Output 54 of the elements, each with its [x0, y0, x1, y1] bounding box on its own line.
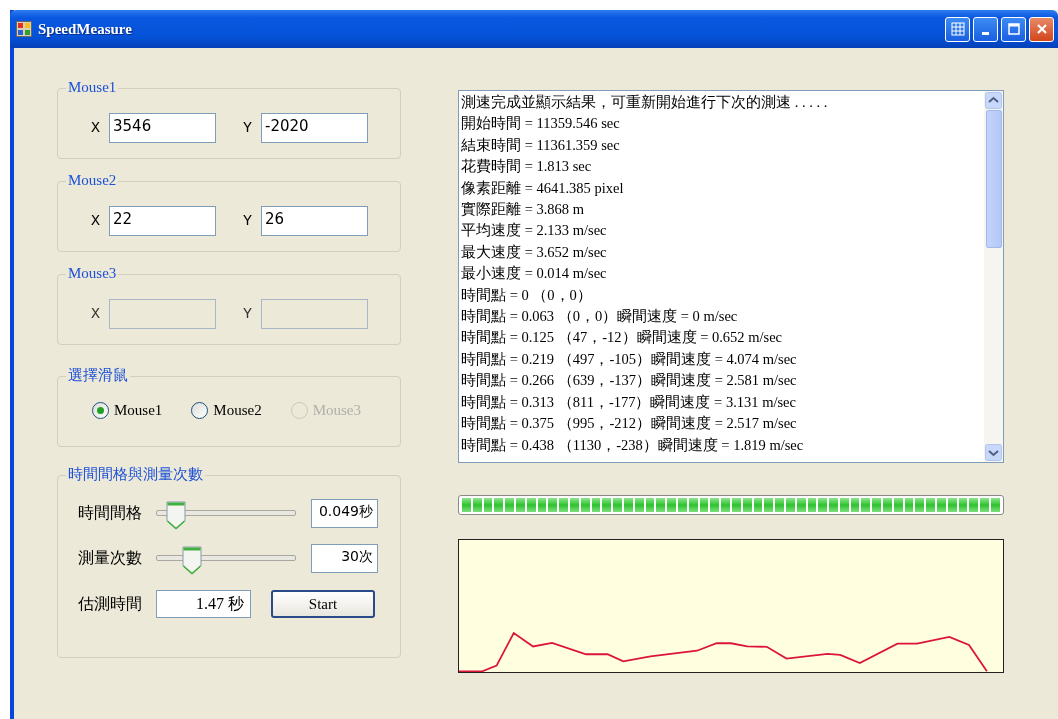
log-line: 時間點 = 0.375 （995，-212）瞬間速度 = 2.517 m/sec: [461, 414, 798, 434]
field-label: Y: [243, 212, 253, 230]
slider-label: 時間間格: [78, 502, 143, 523]
coordinate-field[interactable]: -2020: [261, 113, 368, 143]
group-title: 時間間格與測量次數: [66, 465, 205, 483]
log-line: 花費時間 = 1.813 sec: [461, 157, 593, 177]
slider-label: 測量次數: [78, 547, 143, 568]
group-title: 選擇滑鼠: [66, 366, 130, 384]
slider-thumb[interactable]: [180, 545, 203, 575]
close-icon: [1034, 22, 1049, 36]
window-title: SpeedMeasure: [38, 20, 132, 38]
estimate-label: 估測時間: [78, 593, 143, 614]
slider-thumb[interactable]: [165, 500, 188, 530]
log-line: 結束時間 = 11361.359 sec: [461, 135, 621, 155]
log-line: 最大速度 = 3.652 m/sec: [461, 242, 608, 262]
log-line: 測速完成並顯示結果，可重新開始進行下次的測速 . . . . .: [461, 93, 829, 112]
log-line: 時間點 = 0.125 （47，-12）瞬間速度 = 0.652 m/sec: [461, 328, 783, 348]
close-button[interactable]: [1029, 16, 1054, 42]
grid-icon: [950, 22, 965, 36]
estimate-field: 1.47 秒: [156, 590, 251, 618]
maximize-icon: [1006, 22, 1021, 36]
radio-option[interactable]: Mouse1: [92, 402, 163, 419]
field-label: X: [91, 119, 101, 137]
maximize-button[interactable]: [1001, 16, 1026, 42]
scroll-bar[interactable]: [984, 91, 1003, 462]
log-line: 時間點 = 0 （0，0）: [461, 285, 593, 305]
minimize-button[interactable]: [973, 16, 998, 42]
log-line: 最小速度 = 0.014 m/sec: [461, 264, 608, 284]
coordinate-field[interactable]: 26: [261, 206, 368, 236]
minimize-icon: [982, 31, 989, 35]
coordinate-field[interactable]: 3546: [109, 113, 216, 143]
log-line: 時間點 = 0.266 （639，-137）瞬間速度 = 2.581 m/sec: [461, 371, 798, 391]
log-line: 像素距離 = 4641.385 pixel: [461, 178, 625, 198]
log-line: 時間點 = 0.438 （1130，-238）瞬間速度 = 1.819 m/sec: [461, 435, 805, 455]
log-line: 開始時間 = 11359.546 sec: [461, 114, 621, 134]
slider-value-field: 30次: [311, 543, 378, 573]
field-label: Y: [243, 119, 253, 137]
scroll-up-icon[interactable]: [985, 92, 1002, 109]
log-line: 時間點 = 0.219 （497，-105）瞬間速度 = 4.074 m/sec: [461, 349, 798, 369]
start-button[interactable]: Start: [271, 590, 375, 618]
field-label: X: [91, 305, 101, 323]
field-label: X: [91, 212, 101, 230]
log-line: 平均速度 = 2.133 m/sec: [461, 221, 608, 241]
slider-value-field: 0.049秒: [311, 498, 378, 528]
coordinate-field[interactable]: 22: [109, 206, 216, 236]
log-line: 實際距離 = 3.868 m: [461, 200, 585, 220]
log-line: 時間點 = 0.313 （811，-177）瞬間速度 = 3.131 m/sec: [461, 392, 797, 412]
scroll-thumb[interactable]: [985, 110, 1002, 248]
scroll-down-icon[interactable]: [985, 444, 1002, 461]
app-icon: [16, 21, 32, 37]
grid-button[interactable]: [945, 16, 970, 42]
field-label: Y: [243, 305, 253, 323]
log-line: 時間點 = 0.063 （0，0）瞬間速度 = 0 m/sec: [461, 307, 739, 327]
radio-option[interactable]: Mouse2: [191, 402, 262, 419]
